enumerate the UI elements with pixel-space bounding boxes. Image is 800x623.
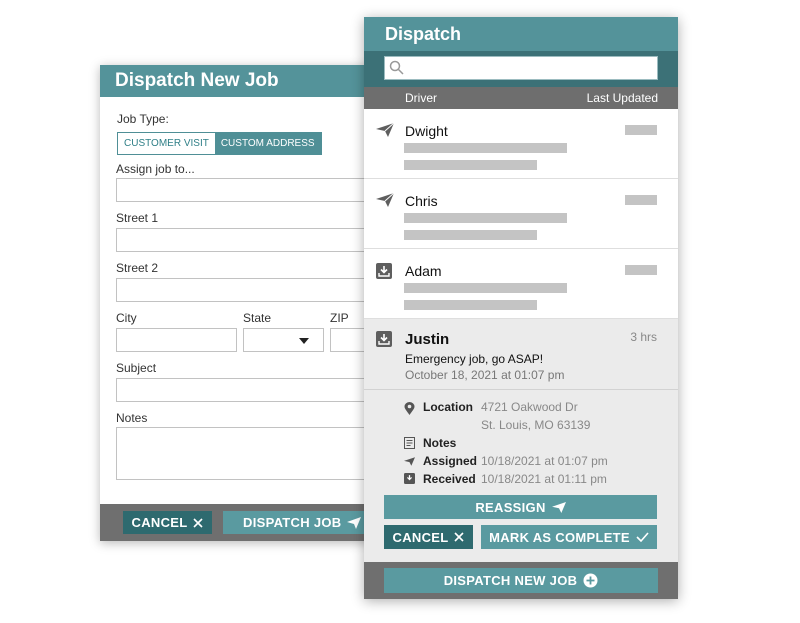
driver-row-chris[interactable]: Chris xyxy=(364,179,678,249)
last-updated-placeholder xyxy=(625,265,657,275)
last-updated-placeholder xyxy=(625,125,657,135)
search-icon xyxy=(389,60,404,75)
text-placeholder xyxy=(404,143,567,153)
paper-plane-icon xyxy=(551,501,566,513)
received-value: 10/18/2021 at 01:11 pm xyxy=(481,472,607,486)
mark-complete-button[interactable]: MARK AS COMPLETE xyxy=(481,525,657,549)
street2-field[interactable] xyxy=(116,278,400,302)
search-bar xyxy=(364,51,678,87)
driver-list-header: Driver Last Updated xyxy=(364,87,678,109)
driver-name: Chris xyxy=(405,193,438,209)
new-job-title: Dispatch New Job xyxy=(100,65,400,97)
street2-label: Street 2 xyxy=(116,261,159,275)
search-box[interactable] xyxy=(384,56,658,80)
search-input[interactable] xyxy=(409,59,649,77)
driver-row-adam[interactable]: Adam xyxy=(364,249,678,319)
driver-row-justin[interactable]: Justin 3 hrs Emergency job, go ASAP! Oct… xyxy=(364,319,678,390)
job-type-customer-visit[interactable]: CUSTOMER VISIT xyxy=(118,133,215,154)
mark-complete-label: MARK AS COMPLETE xyxy=(489,529,630,545)
notes-label: Notes xyxy=(423,436,457,450)
cancel-job-button[interactable]: CANCEL xyxy=(123,511,212,534)
last-updated-time: 3 hrs xyxy=(630,330,657,344)
job-type-label: Job Type: xyxy=(117,112,169,126)
dispatch-new-job-button[interactable]: DISPATCH NEW JOB xyxy=(384,568,658,593)
text-placeholder xyxy=(404,213,567,223)
text-placeholder xyxy=(404,160,537,170)
street1-field[interactable] xyxy=(116,228,400,252)
inbox-download-icon xyxy=(404,473,415,484)
plus-circle-icon xyxy=(583,573,598,588)
notes-icon xyxy=(404,437,415,449)
paper-plane-icon xyxy=(376,193,394,207)
paper-plane-icon xyxy=(347,516,362,529)
checkmark-icon xyxy=(636,532,649,542)
subject-field[interactable] xyxy=(116,378,400,402)
paper-plane-icon xyxy=(404,457,415,466)
driver-name: Dwight xyxy=(405,123,448,139)
job-type-custom-address[interactable]: CUSTOM ADDRESS xyxy=(214,133,321,154)
close-icon xyxy=(454,532,465,542)
driver-name: Justin xyxy=(405,331,450,348)
assigned-value: 10/18/2021 at 01:07 pm xyxy=(481,454,608,468)
dispatch-title: Dispatch xyxy=(364,17,678,51)
notes-field[interactable] xyxy=(116,427,400,480)
subject-label: Subject xyxy=(116,361,157,375)
dispatch-job-label: DISPATCH JOB xyxy=(243,515,342,530)
cancel-dispatch-label: CANCEL xyxy=(392,529,449,545)
cancel-job-label: CANCEL xyxy=(131,515,188,530)
close-icon xyxy=(193,517,204,528)
location-line1: 4721 Oakwood Dr xyxy=(481,400,578,414)
zip-label: ZIP xyxy=(330,311,349,325)
new-job-footer: CANCEL DISPATCH JOB xyxy=(100,504,400,541)
dispatch-new-job-panel: Dispatch New Job Job Type: CUSTOMER VISI… xyxy=(100,65,400,541)
job-date: October 18, 2021 at 01:07 pm xyxy=(405,368,565,382)
assign-label: Assign job to... xyxy=(116,162,195,176)
assign-field[interactable] xyxy=(116,178,400,202)
dispatch-footer: DISPATCH NEW JOB xyxy=(364,562,678,599)
text-placeholder xyxy=(404,283,567,293)
location-label: Location xyxy=(423,400,473,414)
driver-row-justin-expanded: Justin 3 hrs Emergency job, go ASAP! Oct… xyxy=(364,319,678,562)
inbox-download-icon xyxy=(376,331,392,347)
cancel-dispatch-button[interactable]: CANCEL xyxy=(384,525,473,549)
city-field[interactable] xyxy=(116,328,237,352)
inbox-download-icon xyxy=(376,263,392,279)
location-line2: St. Louis, MO 63139 xyxy=(481,418,591,432)
text-placeholder xyxy=(404,230,537,240)
dispatch-new-job-label: DISPATCH NEW JOB xyxy=(443,573,578,588)
notes-label: Notes xyxy=(116,411,148,425)
job-type-toggle: CUSTOMER VISIT CUSTOM ADDRESS xyxy=(117,132,322,155)
chevron-down-icon xyxy=(299,338,309,344)
street1-label: Street 1 xyxy=(116,211,159,225)
job-message: Emergency job, go ASAP! xyxy=(405,352,544,366)
reassign-button[interactable]: REASSIGN xyxy=(384,495,657,519)
dispatch-panel: Dispatch Driver Last Updated Dwight Chri… xyxy=(364,17,678,599)
reassign-label: REASSIGN xyxy=(475,499,546,515)
map-pin-icon xyxy=(404,402,415,415)
driver-row-dwight[interactable]: Dwight xyxy=(364,109,678,179)
assigned-label: Assigned xyxy=(423,454,478,468)
received-label: Received xyxy=(423,472,476,486)
driver-name: Adam xyxy=(405,263,442,279)
paper-plane-icon xyxy=(376,123,394,137)
city-label: City xyxy=(116,311,137,325)
last-updated-placeholder xyxy=(625,195,657,205)
text-placeholder xyxy=(404,300,537,310)
state-select[interactable] xyxy=(243,328,324,352)
state-label: State xyxy=(243,311,272,325)
driver-column-header[interactable]: Driver xyxy=(405,87,437,109)
last-updated-column-header[interactable]: Last Updated xyxy=(587,87,658,109)
